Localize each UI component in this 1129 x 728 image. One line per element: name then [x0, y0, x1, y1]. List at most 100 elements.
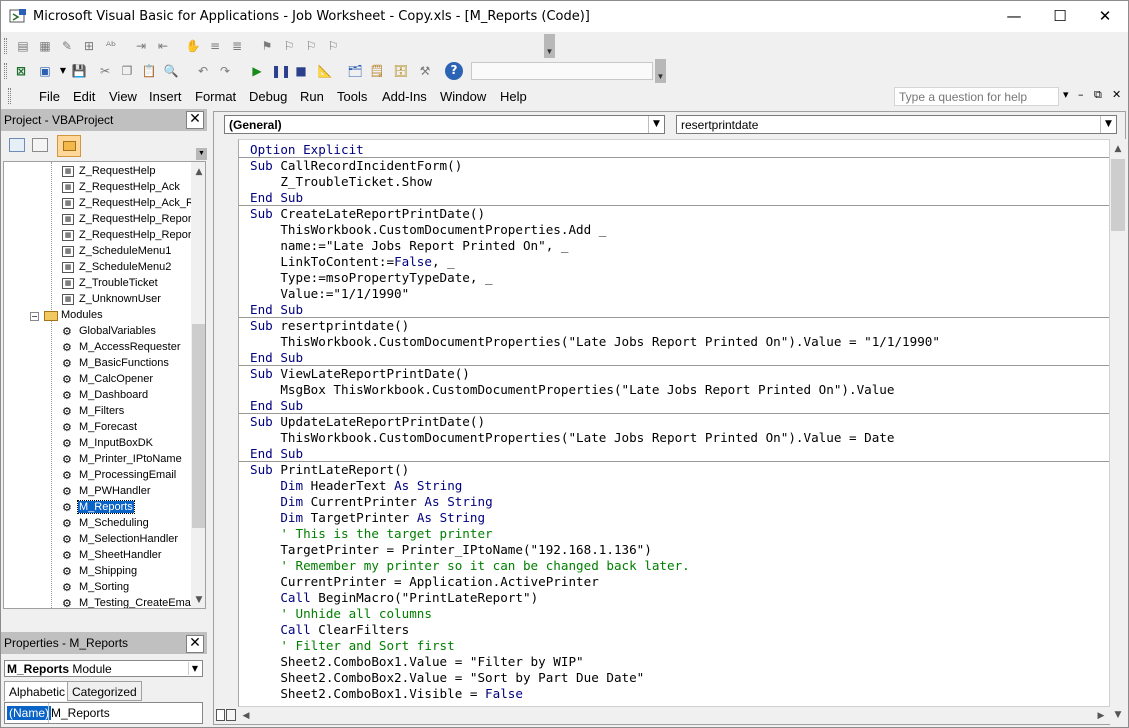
code-line[interactable]: TargetPrinter = Printer_IPtoName("192.16… — [250, 542, 652, 558]
code-line[interactable]: MsgBox ThisWorkbook.CustomDocumentProper… — [250, 382, 894, 398]
code-line[interactable]: End Sub — [250, 350, 303, 366]
complete-word-icon[interactable]: ᴬᵇ — [103, 38, 119, 54]
full-module-view-icon[interactable] — [226, 709, 236, 721]
mdi-restore-button[interactable]: ⧉ — [1094, 88, 1102, 102]
toolbar-grip[interactable] — [4, 38, 7, 54]
properties-window-icon[interactable]: 🗒 — [369, 63, 385, 79]
menu-insert[interactable]: Insert — [149, 89, 182, 104]
code-line[interactable]: End Sub — [250, 398, 303, 414]
copy-icon[interactable]: ❐ — [119, 63, 135, 79]
close-button[interactable]: ✕ — [1082, 1, 1128, 32]
insert-userform-icon[interactable]: ▣ — [37, 63, 53, 79]
maximize-button[interactable]: ☐ — [1037, 1, 1083, 32]
code-line[interactable]: Dim CurrentPrinter As String — [250, 494, 492, 510]
menu-view[interactable]: View — [109, 89, 137, 104]
code-line[interactable]: Sub ViewLateReportPrintDate() — [250, 366, 470, 382]
view-code-icon[interactable] — [9, 138, 25, 152]
code-line[interactable]: Sub CallRecordIncidentForm() — [250, 158, 462, 174]
toolbox-icon[interactable]: ⚒ — [417, 63, 433, 79]
code-line[interactable]: Sub CreateLateReportPrintDate() — [250, 206, 485, 222]
object-selector-dropdown-icon[interactable]: ▼ — [188, 662, 201, 675]
code-line[interactable]: ' This is the target printer — [250, 526, 492, 542]
project-pane-close-button[interactable]: ✕ — [186, 111, 204, 129]
cut-icon[interactable]: ✂ — [97, 63, 113, 79]
toolbar-options-icon[interactable]: ▼ — [655, 59, 666, 83]
procedure-combo[interactable]: resertprintdate ▼ — [676, 115, 1117, 134]
code-line[interactable]: name:="Late Jobs Report Printed On", _ — [250, 238, 568, 254]
menu-run[interactable]: Run — [300, 89, 324, 104]
menu-debug[interactable]: Debug — [249, 89, 287, 104]
code-editor[interactable]: Option Explicit Sub CallRecordIncidentFor… — [238, 139, 1110, 707]
margin-indicator-bar[interactable] — [214, 139, 238, 707]
run-icon[interactable]: ▶ — [249, 63, 265, 79]
scroll-up-icon[interactable]: ▲ — [191, 164, 205, 180]
code-line[interactable]: Value:="1/1/1990" — [250, 286, 409, 302]
property-value[interactable]: M_Reports — [51, 706, 110, 720]
outdent-icon[interactable]: ⇤ — [155, 38, 171, 54]
code-line[interactable]: Sheet2.ComboBox1.Value = "Filter by WIP" — [250, 654, 583, 670]
code-horizontal-scrollbar[interactable]: ◀ ▶ — [238, 707, 1110, 724]
menu-window[interactable]: Window — [440, 89, 486, 104]
tab-alphabetic[interactable]: Alphabetic — [4, 681, 71, 701]
code-line[interactable]: Sub PrintLateReport() — [250, 462, 409, 478]
code-line[interactable]: End Sub — [250, 302, 303, 318]
menu-help[interactable]: Help — [500, 89, 527, 104]
list-constants-icon[interactable]: ▦ — [37, 38, 53, 54]
code-line[interactable]: ThisWorkbook.CustomDocumentProperties("L… — [250, 334, 940, 350]
chevron-down-icon[interactable]: ▼ — [1100, 116, 1116, 133]
code-line[interactable]: Sheet2.ComboBox2.Value = "Sort by Part D… — [250, 670, 644, 686]
collapse-icon[interactable]: − — [30, 312, 39, 321]
reset-icon[interactable]: ■ — [293, 63, 309, 79]
mdi-close-button[interactable]: ✕ — [1112, 88, 1121, 101]
save-icon[interactable]: 💾 — [71, 63, 87, 79]
code-line[interactable]: Sub UpdateLateReportPrintDate() — [250, 414, 485, 430]
view-excel-icon[interactable]: ⊠ — [13, 63, 29, 79]
previous-bookmark-icon[interactable]: ⚐ — [303, 38, 319, 54]
help-icon[interactable]: ? — [445, 62, 463, 80]
code-line[interactable]: Type:=msoPropertyTypeDate, _ — [250, 270, 492, 286]
list-properties-icon[interactable]: ▤ — [15, 38, 31, 54]
uncomment-block-icon[interactable]: ≣ — [229, 38, 245, 54]
code-line[interactable]: Call ClearFilters — [250, 622, 409, 638]
code-line[interactable]: CurrentPrinter = Application.ActivePrint… — [250, 574, 598, 590]
minimize-button[interactable]: — — [991, 1, 1037, 32]
code-line[interactable]: Option Explicit — [250, 142, 364, 158]
property-name[interactable]: (Name) — [7, 706, 52, 720]
scroll-left-icon[interactable]: ◀ — [238, 708, 254, 724]
comment-block-icon[interactable]: ≡ — [207, 38, 223, 54]
design-mode-icon[interactable]: 📐 — [317, 63, 333, 79]
next-bookmark-icon[interactable]: ⚐ — [281, 38, 297, 54]
pane-toolbar-options-icon[interactable]: ▼ — [196, 148, 207, 160]
tab-categorized[interactable]: Categorized — [67, 681, 142, 701]
code-line[interactable]: ThisWorkbook.CustomDocumentProperties.Ad… — [250, 222, 606, 238]
break-icon[interactable]: ❚❚ — [271, 63, 291, 79]
parameter-info-icon[interactable]: ⊞ — [81, 38, 97, 54]
toolbar-grip[interactable] — [4, 63, 7, 79]
code-vertical-scrollbar[interactable]: ▲ ▼ — [1110, 139, 1126, 725]
object-combo[interactable]: (General) ▼ — [224, 115, 665, 134]
code-line[interactable]: ' Filter and Sort first — [250, 638, 454, 654]
redo-icon[interactable]: ↷ — [217, 63, 233, 79]
code-line[interactable]: Z_TroubleTicket.Show — [250, 174, 432, 190]
scroll-down-icon[interactable]: ▼ — [191, 592, 205, 608]
clear-bookmarks-icon[interactable]: ⚐ — [325, 38, 341, 54]
view-object-icon[interactable] — [32, 138, 48, 152]
code-line[interactable]: Dim HeaderText As String — [250, 478, 462, 494]
code-line[interactable]: ' Unhide all columns — [250, 606, 432, 622]
code-line[interactable]: End Sub — [250, 190, 303, 206]
code-line[interactable]: Call BeginMacro("PrintLateReport") — [250, 590, 538, 606]
quick-info-icon[interactable]: ✎ — [59, 38, 75, 54]
code-line[interactable]: Sub resertprintdate() — [250, 318, 409, 334]
project-explorer-icon[interactable]: 🗂 — [347, 63, 363, 79]
code-line[interactable]: Dim TargetPrinter As String — [250, 510, 485, 526]
code-line[interactable]: ThisWorkbook.CustomDocumentProperties("L… — [250, 430, 894, 446]
undo-icon[interactable]: ↶ — [195, 63, 211, 79]
scroll-right-icon[interactable]: ▶ — [1093, 708, 1109, 724]
scroll-down-icon[interactable]: ▼ — [1110, 707, 1126, 723]
menu-edit[interactable]: Edit — [73, 89, 95, 104]
scroll-up-icon[interactable]: ▲ — [1110, 141, 1126, 157]
chevron-down-icon[interactable]: ▼ — [648, 116, 664, 133]
help-question-input[interactable]: Type a question for help — [894, 87, 1059, 106]
object-browser-icon[interactable]: 🗄 — [393, 63, 409, 79]
toggle-folders-button[interactable] — [57, 135, 81, 157]
